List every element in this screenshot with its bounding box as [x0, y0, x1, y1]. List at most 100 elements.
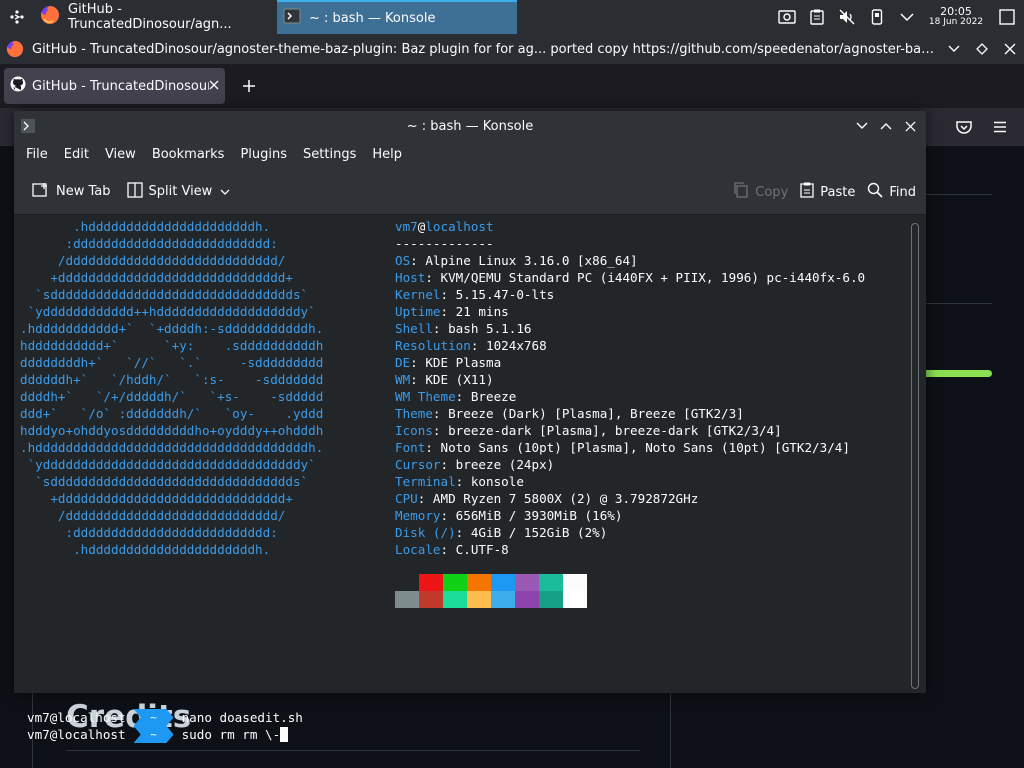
taskbar-item-label: GitHub - TruncatedDinosour/agn... — [68, 2, 232, 32]
konsole-titlebar: ~ : bash — Konsole — [14, 111, 926, 141]
info-field: Locale: C.UTF-8 — [395, 541, 865, 558]
info-value: : bash 5.1.16 — [432, 321, 532, 336]
info-value: : 21 mins — [440, 304, 509, 319]
info-value: : AMD Ryzen 7 5800X (2) @ 3.792872GHz — [417, 491, 699, 506]
info-key: OS — [395, 253, 411, 268]
info-value: : KDE (X11) — [410, 372, 494, 387]
maximize-icon[interactable] — [968, 43, 996, 55]
screenshot-icon[interactable] — [772, 0, 802, 34]
find-button[interactable]: Find — [861, 176, 922, 208]
menu-view[interactable]: View — [97, 141, 144, 169]
prompt-user: vm7@localhost — [27, 710, 126, 725]
palette-swatch — [491, 574, 515, 591]
palette-swatch — [491, 591, 515, 608]
window-title: GitHub - TruncatedDinosour/agnoster-them… — [32, 41, 940, 57]
konsole-icon[interactable] — [14, 111, 42, 141]
hamburger-menu-icon[interactable] — [986, 116, 1014, 138]
info-value: : Alpine Linux 3.16.0 [x86_64] — [410, 253, 638, 268]
minimize-icon[interactable] — [850, 114, 874, 138]
palette-swatch — [563, 591, 587, 608]
device-notifier-icon[interactable] — [862, 0, 892, 34]
volume-muted-icon[interactable] — [832, 0, 862, 34]
info-value: : C.UTF-8 — [440, 542, 509, 557]
divider — [926, 194, 992, 195]
prompt-line: vm7@localhost ~ sudo rm rm \- — [27, 726, 289, 743]
user-host-line: vm7@localhost — [395, 219, 494, 234]
paste-button[interactable]: Paste — [794, 176, 861, 208]
maximize-icon[interactable] — [874, 114, 898, 138]
info-value: : 5.15.47-0-lts — [440, 287, 555, 302]
info-field: Uptime: 21 mins — [395, 303, 865, 320]
clipboard-icon[interactable] — [802, 0, 832, 34]
info-field: Cursor: breeze (24px) — [395, 456, 865, 473]
info-fields: OS: Alpine Linux 3.16.0 [x86_64] Host: KV… — [395, 252, 865, 558]
info-field: Memory: 656MiB / 3930MiB (16%) — [395, 507, 865, 524]
info-key: Icons — [395, 423, 433, 438]
menu-edit[interactable]: Edit — [56, 141, 97, 169]
info-value: : KDE Plasma — [410, 355, 502, 370]
palette-swatch — [515, 574, 539, 591]
chevron-down-icon[interactable] — [892, 0, 922, 34]
info-key: Memory — [395, 508, 441, 523]
palette-swatch — [563, 574, 587, 591]
info-key: Shell — [395, 321, 433, 336]
close-icon[interactable] — [996, 43, 1024, 55]
digital-clock[interactable]: 20:05 18 Jun 2022 — [928, 6, 984, 28]
minimize-icon[interactable] — [940, 45, 968, 53]
browser-tab[interactable]: GitHub - TruncatedDinosour/ — [4, 68, 225, 104]
firefox-icon — [40, 5, 60, 29]
new-tab-button[interactable]: New Tab — [26, 176, 117, 208]
menu-help[interactable]: Help — [364, 141, 410, 169]
paste-icon — [800, 182, 814, 202]
info-key: Uptime — [395, 304, 441, 319]
info-field: WM: KDE (X11) — [395, 371, 865, 388]
close-tab-icon[interactable] — [209, 79, 219, 94]
info-field: Shell: bash 5.1.16 — [395, 320, 865, 337]
taskbar-item-firefox[interactable]: GitHub - TruncatedDinosour/agn... — [34, 0, 277, 34]
close-icon[interactable] — [898, 114, 922, 138]
copy-button[interactable]: Copy — [727, 176, 794, 208]
paste-label: Paste — [820, 184, 856, 200]
palette-swatch — [395, 574, 419, 591]
color-palette — [395, 574, 587, 608]
taskbar-item-label: ~ : bash — Konsole — [309, 10, 436, 26]
menu-file[interactable]: File — [18, 141, 56, 169]
palette-swatch — [395, 591, 419, 608]
clock-date: 18 Jun 2022 — [928, 17, 984, 27]
terminal-output[interactable]: .hddddddddddddddddddddddh. :dddddddddddd… — [14, 216, 926, 743]
text-cursor — [280, 727, 289, 742]
info-field: Font: Noto Sans (10pt) [Plasma], Noto Sa… — [395, 439, 865, 456]
info-key: Resolution — [395, 338, 471, 353]
copy-icon — [733, 182, 749, 202]
chevron-down-icon — [220, 184, 230, 199]
info-value: : Breeze — [455, 389, 517, 404]
taskbar-panel: GitHub - TruncatedDinosour/agn... ~ : ba… — [0, 0, 1024, 34]
scrollbar[interactable] — [911, 223, 919, 689]
menu-bookmarks[interactable]: Bookmarks — [144, 141, 233, 169]
copy-label: Copy — [755, 184, 789, 200]
info-value: : KVM/QEMU Standard PC (i440FX + PIIX, 1… — [425, 270, 866, 285]
info-key: Cursor — [395, 457, 441, 472]
neofetch-user: vm7 — [395, 219, 418, 234]
info-value: : Noto Sans (10pt) [Plasma], Noto Sans (… — [425, 440, 850, 455]
show-desktop-icon[interactable] — [990, 0, 1024, 34]
split-view-icon — [126, 181, 143, 202]
prompt-user: vm7@localhost — [27, 727, 126, 742]
new-tab-button[interactable] — [231, 68, 267, 104]
pocket-icon[interactable] — [950, 116, 978, 138]
window-title: ~ : bash — Konsole — [406, 118, 534, 134]
taskbar-item-konsole[interactable]: ~ : bash — Konsole — [277, 0, 517, 34]
app-launcher-icon[interactable] — [0, 0, 34, 34]
menu-plugins[interactable]: Plugins — [232, 141, 295, 169]
find-label: Find — [889, 184, 916, 200]
konsole-window: ~ : bash — Konsole File Edit View Bookma… — [14, 111, 926, 743]
new-tab-icon — [32, 182, 50, 202]
neofetch-info: vm7@localhost ------------- OS: Alpine L… — [395, 218, 865, 558]
system-tray: 20:05 18 Jun 2022 — [772, 0, 1024, 34]
palette-swatch — [419, 591, 443, 608]
palette-swatch — [443, 574, 467, 591]
menu-settings[interactable]: Settings — [295, 141, 364, 169]
split-view-button[interactable]: Split View — [121, 176, 237, 208]
info-field: Resolution: 1024x768 — [395, 337, 865, 354]
palette-swatch — [539, 574, 563, 591]
